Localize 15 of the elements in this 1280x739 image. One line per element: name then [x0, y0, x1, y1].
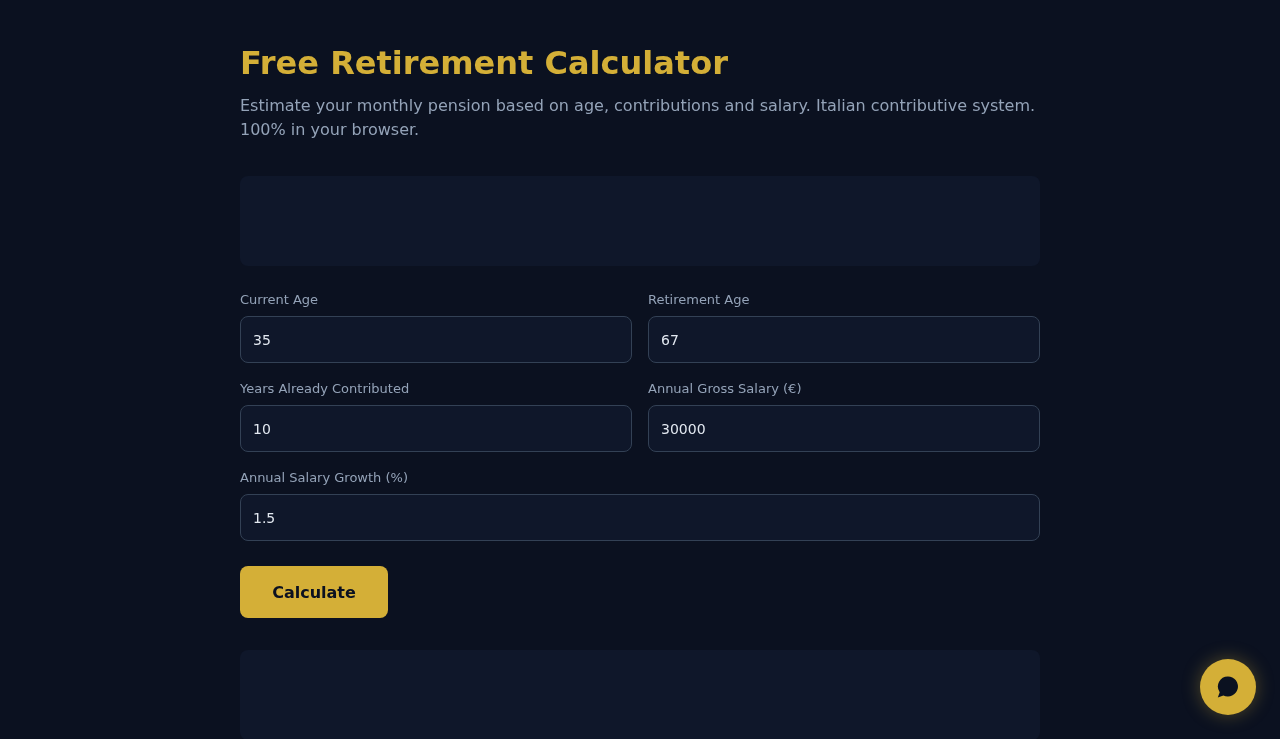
field-label: Retirement Age	[648, 291, 751, 308]
field-label: Annual Salary Growth (%)	[240, 469, 409, 486]
page-title: Free Retirement Calculator	[240, 44, 729, 82]
field-label: Current Age	[240, 291, 320, 308]
input-field[interactable]: 30000	[648, 405, 1040, 452]
input-field[interactable]: 67	[648, 316, 1040, 363]
field-label: Annual Gross Salary (€)	[648, 380, 803, 397]
chat-button[interactable]	[1200, 659, 1256, 715]
chat-bubble-icon	[1217, 676, 1239, 698]
field-label: Years Already Contributed	[240, 380, 411, 397]
calculate-button[interactable]: Calculate	[240, 566, 388, 618]
input-field[interactable]: 35	[240, 316, 632, 363]
input-field[interactable]: 10	[240, 405, 632, 452]
input-field[interactable]: 1.5	[240, 494, 1040, 541]
page-description: Estimate your monthly pension based on age, contributions and salary. Italian contributive system. 100% in your browser.	[240, 95, 1037, 141]
